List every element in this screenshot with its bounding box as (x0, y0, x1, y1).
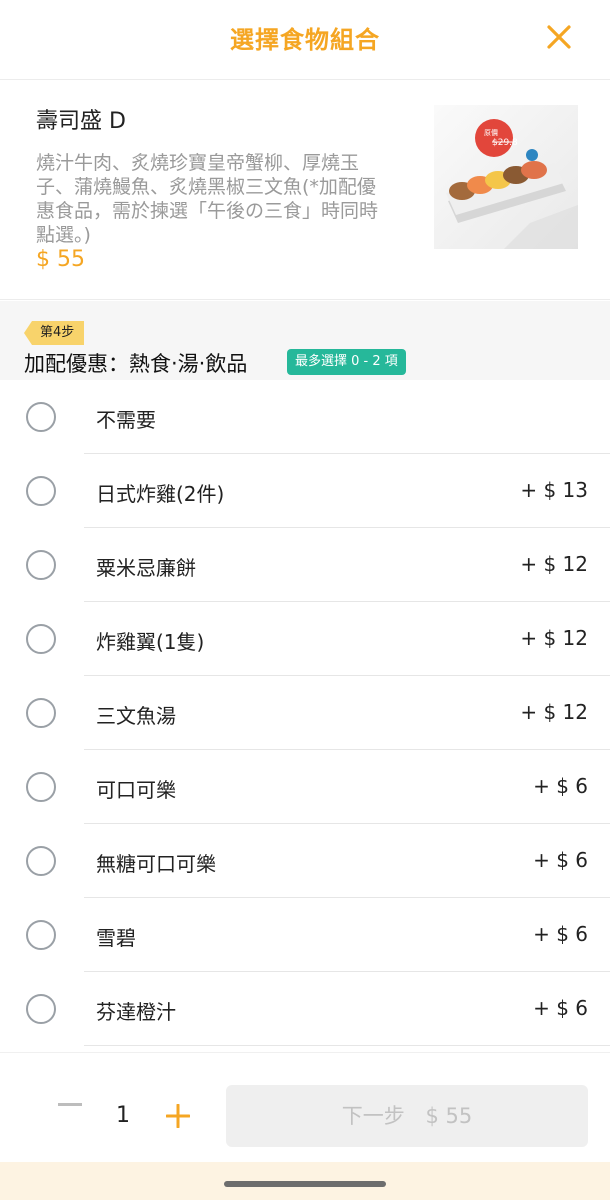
next-step-button[interactable]: 下一步 $ 55 (226, 1085, 588, 1147)
option-price: + $ 6 (533, 774, 588, 798)
product-price: $ 55 (36, 247, 85, 272)
option-label: 雪碧 (96, 926, 136, 950)
option-row[interactable]: 炸雞翼(1隻) + $ 12 (0, 602, 610, 676)
step-title: 加配優惠：熱食‧湯‧飲品 (24, 352, 248, 376)
option-row[interactable]: 芬達橙汁 + $ 6 (0, 972, 610, 1046)
option-label: 日式炸雞(2件) (96, 482, 225, 506)
option-label: 可口可樂 (96, 778, 176, 802)
radio-button[interactable] (26, 624, 56, 654)
product-image: 原價 $29.8 (434, 105, 578, 249)
radio-button[interactable] (26, 476, 56, 506)
option-row[interactable]: 三文魚湯 + $ 12 (0, 676, 610, 750)
radio-button[interactable] (26, 550, 56, 580)
image-original-price: $29.8 (492, 138, 518, 148)
option-row[interactable]: 無糖可口可樂 + $ 6 (0, 824, 610, 898)
option-price: + $ 12 (520, 700, 588, 724)
header: 選擇食物組合 (0, 0, 610, 80)
radio-button[interactable] (26, 402, 56, 432)
divider (84, 1045, 610, 1046)
bottom-bar (0, 1162, 610, 1200)
option-list: 不需要 日式炸雞(2件) + $ 13 粟米忌廉餅 + $ 12 炸雞翼(1隻)… (0, 380, 610, 1046)
image-badge-label: 原價 (484, 128, 498, 137)
quantity-value: 1 (116, 1103, 130, 1128)
option-row[interactable]: 雪碧 + $ 6 (0, 898, 610, 972)
radio-button[interactable] (26, 994, 56, 1024)
radio-button[interactable] (26, 846, 56, 876)
option-label: 芬達橙汁 (96, 1000, 176, 1024)
option-price: + $ 12 (520, 626, 588, 650)
selection-limit-badge: 最多選擇 0 - 2 項 (287, 349, 406, 375)
option-price: + $ 6 (533, 922, 588, 946)
option-label: 粟米忌廉餅 (96, 556, 196, 580)
option-label: 三文魚湯 (96, 704, 176, 728)
next-step-price: $ 55 (425, 1104, 473, 1128)
option-label: 不需要 (96, 408, 156, 432)
option-price: + $ 12 (520, 552, 588, 576)
step-section: 第4步 加配優惠：熱食‧湯‧飲品 最多選擇 0 - 2 項 (0, 301, 610, 380)
home-indicator[interactable] (224, 1181, 386, 1187)
option-label: 無糖可口可樂 (96, 852, 216, 876)
product-name: 壽司盛 D (36, 109, 126, 134)
option-price: + $ 13 (520, 478, 588, 502)
page-title: 選擇食物組合 (230, 26, 380, 54)
plus-icon[interactable] (166, 1104, 190, 1128)
radio-button[interactable] (26, 698, 56, 728)
product-description: 燒汁牛肉、炙燒珍寶皇帝蟹柳、厚燒玉子、蒲燒鰻魚、炙燒黑椒三文魚(*加配優惠食品，… (36, 152, 379, 246)
option-price: + $ 6 (533, 848, 588, 872)
option-row[interactable]: 日式炸雞(2件) + $ 13 (0, 454, 610, 528)
step-badge: 第4步 (24, 321, 85, 345)
option-row[interactable]: 粟米忌廉餅 + $ 12 (0, 528, 610, 602)
radio-button[interactable] (26, 772, 56, 802)
next-step-label: 下一步 (341, 1104, 405, 1128)
radio-button[interactable] (26, 920, 56, 950)
option-row[interactable]: 可口可樂 + $ 6 (0, 750, 610, 824)
option-price: + $ 6 (533, 996, 588, 1020)
footer: 1 下一步 $ 55 (0, 1052, 610, 1162)
option-label: 炸雞翼(1隻) (96, 630, 205, 654)
minus-icon[interactable] (58, 1103, 82, 1106)
option-row[interactable]: 不需要 (0, 380, 610, 454)
product-summary: 壽司盛 D 燒汁牛肉、炙燒珍寶皇帝蟹柳、厚燒玉子、蒲燒鰻魚、炙燒黑椒三文魚(*加… (0, 81, 610, 300)
close-icon[interactable] (544, 22, 574, 52)
